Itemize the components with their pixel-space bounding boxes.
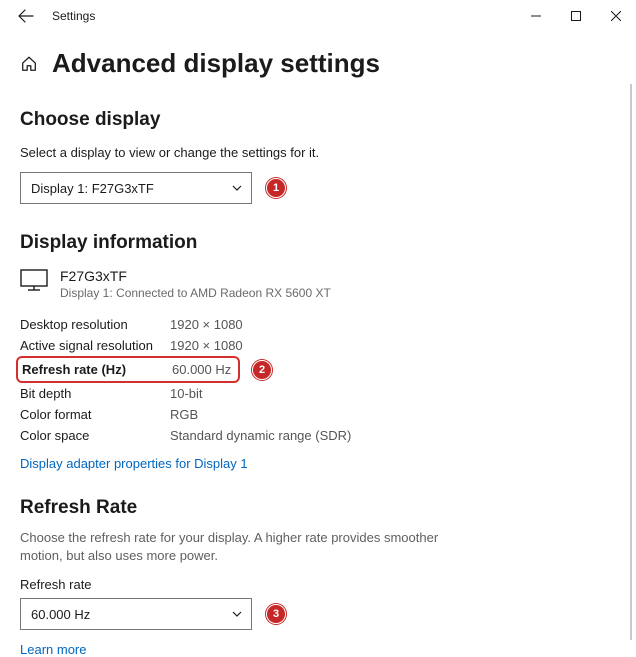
refresh-rate-label: Refresh rate (Hz) <box>22 359 172 380</box>
refresh-rate-row-highlight: Refresh rate (Hz) 60.000 Hz <box>16 356 240 383</box>
display-select[interactable]: Display 1: F27G3xTF <box>20 172 252 204</box>
bit-depth-value: 10-bit <box>170 383 370 404</box>
refresh-rate-heading: Refresh Rate <box>20 497 616 519</box>
color-format-value: RGB <box>170 404 370 425</box>
refresh-rate-select[interactable]: 60.000 Hz <box>20 598 252 630</box>
chevron-down-icon <box>231 608 243 620</box>
color-space-label: Color space <box>20 425 170 446</box>
page-header: Advanced display settings <box>20 48 616 79</box>
desktop-res-label: Desktop resolution <box>20 314 170 335</box>
minimize-icon <box>531 11 541 21</box>
active-res-value: 1920 × 1080 <box>170 335 370 356</box>
callout-1: 1 <box>266 178 286 198</box>
scrollbar[interactable] <box>630 84 632 640</box>
minimize-button[interactable] <box>516 0 556 32</box>
refresh-rate-select-value: 60.000 Hz <box>31 607 90 622</box>
display-select-value: Display 1: F27G3xTF <box>31 181 154 196</box>
choose-display-helper: Select a display to view or change the s… <box>20 145 616 160</box>
close-button[interactable] <box>596 0 636 32</box>
home-icon[interactable] <box>20 55 38 73</box>
chevron-down-icon <box>231 182 243 194</box>
color-space-value: Standard dynamic range (SDR) <box>170 425 370 446</box>
refresh-rate-helper: Choose the refresh rate for your display… <box>20 529 440 565</box>
color-format-label: Color format <box>20 404 170 425</box>
callout-3: 3 <box>266 604 286 624</box>
window-controls <box>516 0 636 32</box>
close-icon <box>611 11 621 21</box>
display-info-heading: Display information <box>20 232 616 254</box>
learn-more-link[interactable]: Learn more <box>20 642 86 657</box>
back-button[interactable] <box>16 6 36 26</box>
refresh-rate-field-label: Refresh rate <box>20 577 616 592</box>
maximize-button[interactable] <box>556 0 596 32</box>
display-info-table: Desktop resolution 1920 × 1080 Active si… <box>20 314 616 446</box>
display-summary: F27G3xTF Display 1: Connected to AMD Rad… <box>20 268 616 300</box>
choose-display-heading: Choose display <box>20 109 616 131</box>
desktop-res-value: 1920 × 1080 <box>170 314 370 335</box>
monitor-icon <box>20 268 48 292</box>
display-name: F27G3xTF <box>60 268 331 284</box>
app-title: Settings <box>52 9 95 23</box>
arrow-left-icon <box>18 8 34 24</box>
display-subtitle: Display 1: Connected to AMD Radeon RX 56… <box>60 286 331 300</box>
refresh-rate-value: 60.000 Hz <box>172 359 238 380</box>
callout-2: 2 <box>252 360 272 380</box>
maximize-icon <box>571 11 581 21</box>
page-title: Advanced display settings <box>52 48 380 79</box>
adapter-properties-link[interactable]: Display adapter properties for Display 1 <box>20 456 248 471</box>
bit-depth-label: Bit depth <box>20 383 170 404</box>
active-res-label: Active signal resolution <box>20 335 170 356</box>
